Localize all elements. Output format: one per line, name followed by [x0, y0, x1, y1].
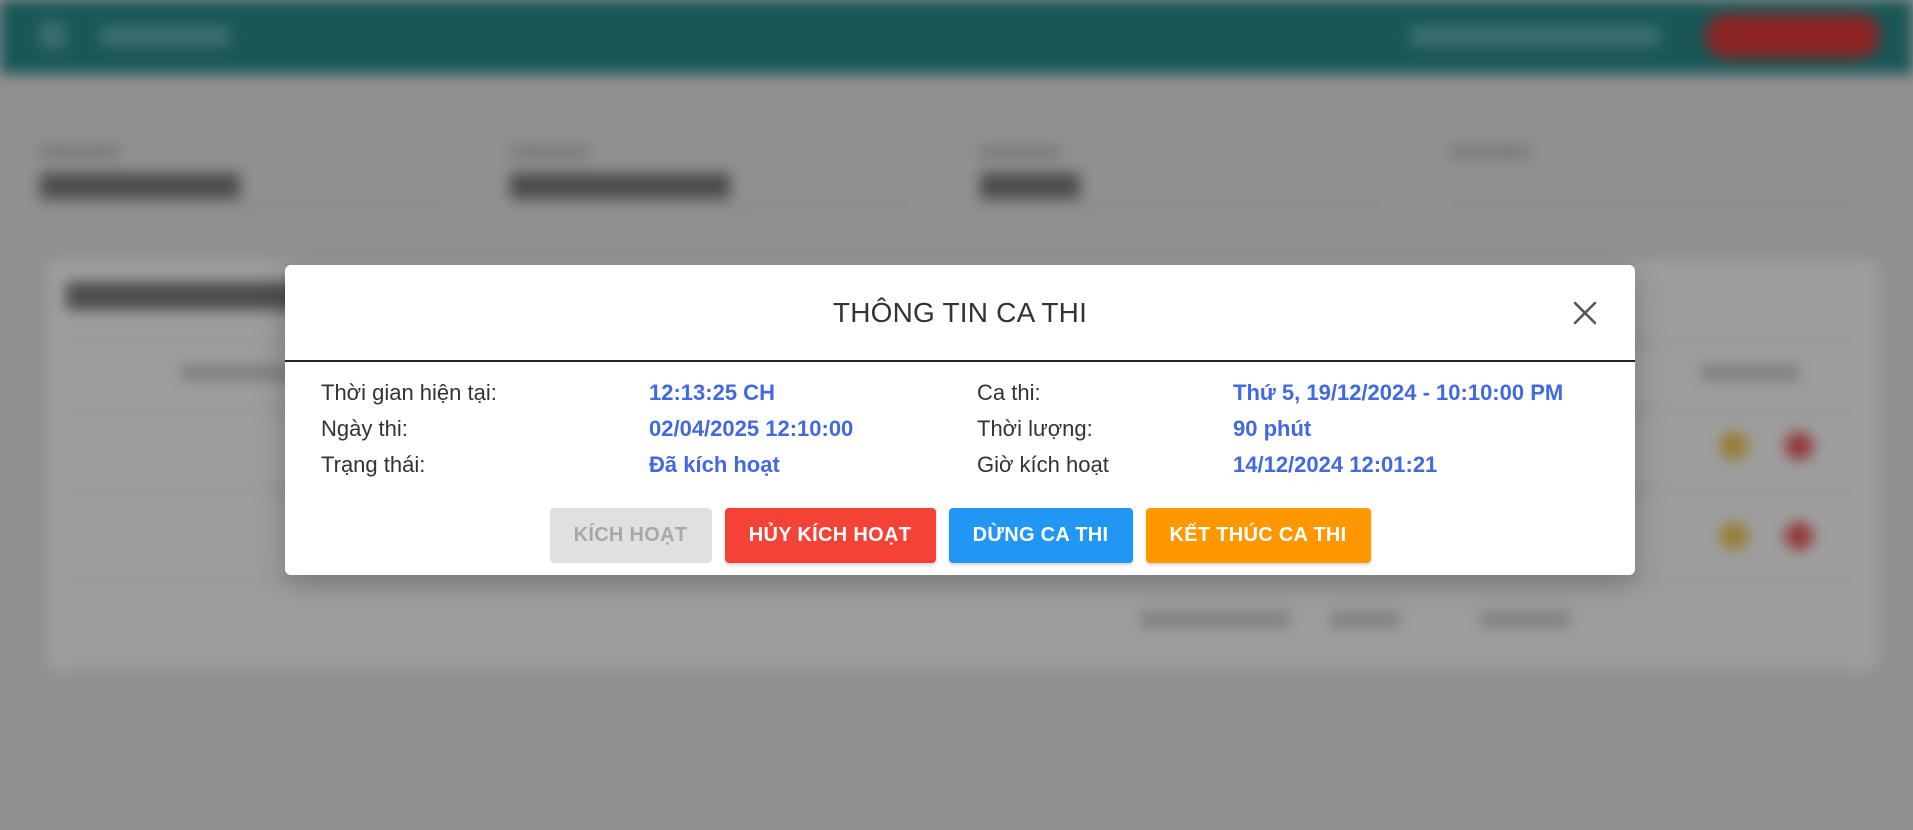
session-info: Thời gian hiện tại: 12:13:25 CH Ca thi: …: [321, 379, 1601, 487]
info-row: Ngày thi: 02/04/2025 12:10:00 Thời lượng…: [321, 415, 1601, 451]
modal-header: THÔNG TIN CA THI: [285, 265, 1635, 362]
activate-button[interactable]: KÍCH HOẠT: [549, 508, 712, 563]
deactivate-button[interactable]: HỦY KÍCH HOẠT: [724, 508, 936, 563]
duration-label: Thời lượng:: [977, 416, 1093, 441]
duration-value: 90 phút: [1233, 416, 1312, 441]
current-time-value: 12:13:25 CH: [649, 380, 775, 405]
info-row: Thời gian hiện tại: 12:13:25 CH Ca thi: …: [321, 379, 1601, 415]
finish-session-button[interactable]: KẾT THÚC CA THI: [1145, 508, 1371, 563]
close-button[interactable]: [1569, 297, 1601, 329]
exam-date-label: Ngày thi:: [321, 416, 408, 441]
exam-date-value: 02/04/2025 12:10:00: [649, 416, 854, 441]
exam-session-info-modal: THÔNG TIN CA THI Thời gian hiện tại: 12:…: [285, 265, 1635, 575]
pause-session-button[interactable]: DỪNG CA THI: [948, 508, 1133, 563]
session-label: Ca thi:: [977, 380, 1041, 405]
current-time-label: Thời gian hiện tại:: [321, 380, 497, 405]
modal-title: THÔNG TIN CA THI: [832, 296, 1088, 328]
activation-time-label: Giờ kích hoạt: [977, 452, 1109, 477]
session-value: Thứ 5, 19/12/2024 - 10:10:00 PM: [1233, 380, 1564, 405]
status-label: Trạng thái:: [321, 452, 426, 477]
close-icon: [1573, 301, 1597, 325]
activation-time-value: 14/12/2024 12:01:21: [1233, 452, 1438, 477]
status-value: Đã kích hoạt: [649, 452, 780, 477]
modal-actions: KÍCH HOẠT HỦY KÍCH HOẠT DỪNG CA THI KẾT …: [285, 508, 1635, 563]
info-row: Trạng thái: Đã kích hoạt Giờ kích hoạt 1…: [321, 451, 1601, 487]
